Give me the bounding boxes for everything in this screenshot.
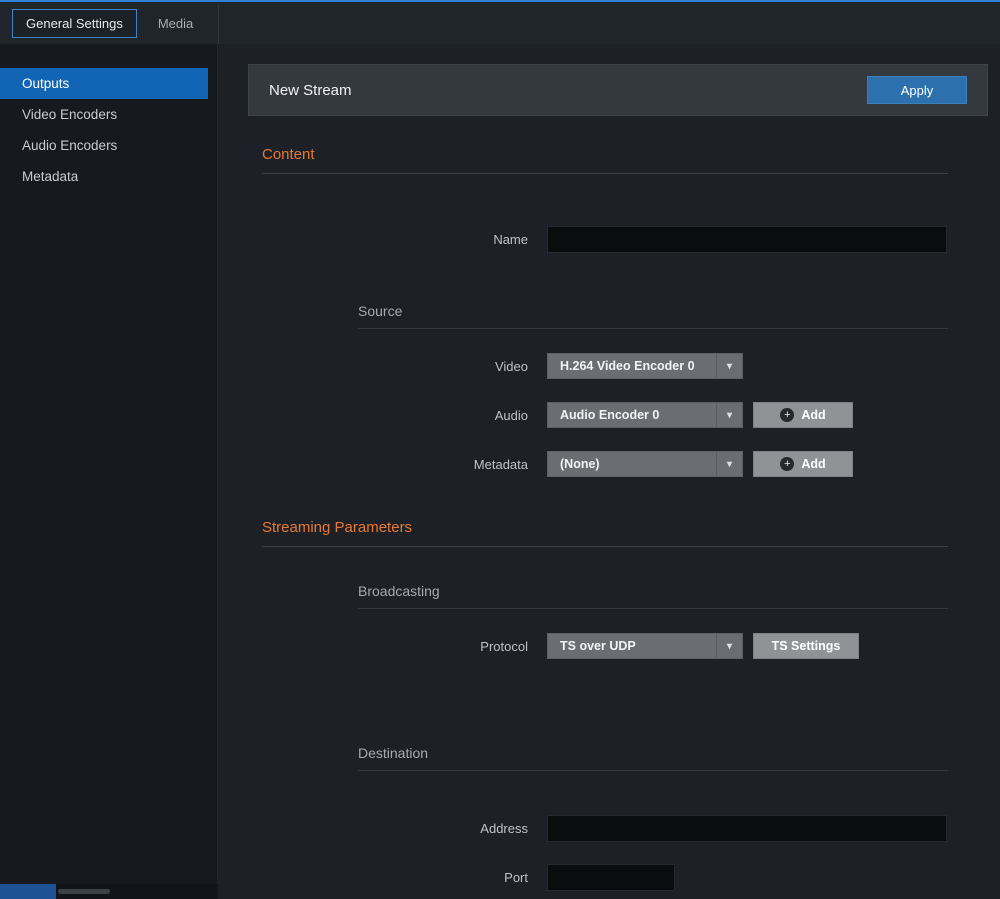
metadata-dropdown[interactable]: (None) ▾: [547, 451, 743, 477]
sidebar-item-audio-encoders[interactable]: Audio Encoders: [0, 130, 208, 161]
video-encoder-dropdown[interactable]: H.264 Video Encoder 0 ▾: [547, 353, 743, 379]
add-metadata-label: Add: [801, 457, 825, 471]
port-row: Port: [248, 864, 1000, 891]
sub-divider: [358, 608, 948, 609]
protocol-label: Protocol: [248, 639, 528, 654]
subheading-destination: Destination: [358, 745, 1000, 761]
plus-circle-icon: +: [780, 408, 794, 422]
protocol-selected: TS over UDP: [560, 639, 636, 653]
sidebar-item-metadata[interactable]: Metadata: [0, 161, 208, 192]
audio-encoder-selected: Audio Encoder 0: [560, 408, 659, 422]
subheading-source: Source: [358, 303, 1000, 319]
audio-label: Audio: [248, 408, 528, 423]
sidebar-item-video-encoders[interactable]: Video Encoders: [0, 99, 208, 130]
sidebar-item-outputs[interactable]: Outputs: [0, 68, 208, 99]
video-label: Video: [248, 359, 528, 374]
section-heading-streaming: Streaming Parameters: [262, 519, 1000, 536]
audio-encoder-dropdown[interactable]: Audio Encoder 0 ▾: [547, 402, 743, 428]
add-audio-button[interactable]: + Add: [753, 402, 853, 428]
add-audio-label: Add: [801, 408, 825, 422]
section-heading-content: Content: [262, 146, 1000, 163]
sidebar-resize-handle[interactable]: [0, 884, 56, 899]
metadata-row: Metadata (None) ▾ + Add: [248, 451, 1000, 477]
topbar-divider: [218, 4, 219, 44]
video-row: Video H.264 Video Encoder 0 ▾: [248, 353, 1000, 379]
add-metadata-button[interactable]: + Add: [753, 451, 853, 477]
tab-general-settings[interactable]: General Settings: [12, 9, 137, 38]
port-input[interactable]: [547, 864, 675, 891]
protocol-dropdown[interactable]: TS over UDP ▾: [547, 633, 743, 659]
name-input[interactable]: [547, 226, 947, 253]
sidebar-scrollbar-thumb[interactable]: [58, 889, 110, 894]
metadata-label: Metadata: [248, 457, 528, 472]
name-row: Name: [248, 226, 1000, 253]
top-bar: General Settings Media: [0, 0, 1000, 44]
plus-circle-icon: +: [780, 457, 794, 471]
sub-divider: [358, 770, 948, 771]
audio-row: Audio Audio Encoder 0 ▾ + Add: [248, 402, 1000, 428]
address-label: Address: [248, 821, 528, 836]
chevron-down-icon: ▾: [716, 403, 742, 427]
main-panel: New Stream Apply Content Name Source Vid…: [219, 44, 1000, 899]
port-label: Port: [248, 870, 528, 885]
section-divider: [262, 173, 948, 174]
sidebar-scrollbar-track: [0, 884, 218, 899]
chevron-down-icon: ▾: [716, 452, 742, 476]
metadata-selected: (None): [560, 457, 600, 471]
stream-header-bar: New Stream Apply: [248, 64, 988, 116]
sub-divider: [358, 328, 948, 329]
sidebar: Outputs Video Encoders Audio Encoders Me…: [0, 44, 218, 899]
name-label: Name: [248, 232, 528, 247]
address-input[interactable]: [547, 815, 947, 842]
video-encoder-selected: H.264 Video Encoder 0: [560, 359, 695, 373]
protocol-row: Protocol TS over UDP ▾ TS Settings: [248, 633, 1000, 659]
subheading-broadcasting: Broadcasting: [358, 583, 1000, 599]
apply-button[interactable]: Apply: [867, 76, 967, 104]
chevron-down-icon: ▾: [716, 354, 742, 378]
chevron-down-icon: ▾: [716, 634, 742, 658]
page-title: New Stream: [269, 82, 352, 99]
address-row: Address: [248, 815, 1000, 842]
ts-settings-button[interactable]: TS Settings: [753, 633, 859, 659]
section-divider: [262, 546, 948, 547]
tab-media[interactable]: Media: [145, 10, 206, 37]
